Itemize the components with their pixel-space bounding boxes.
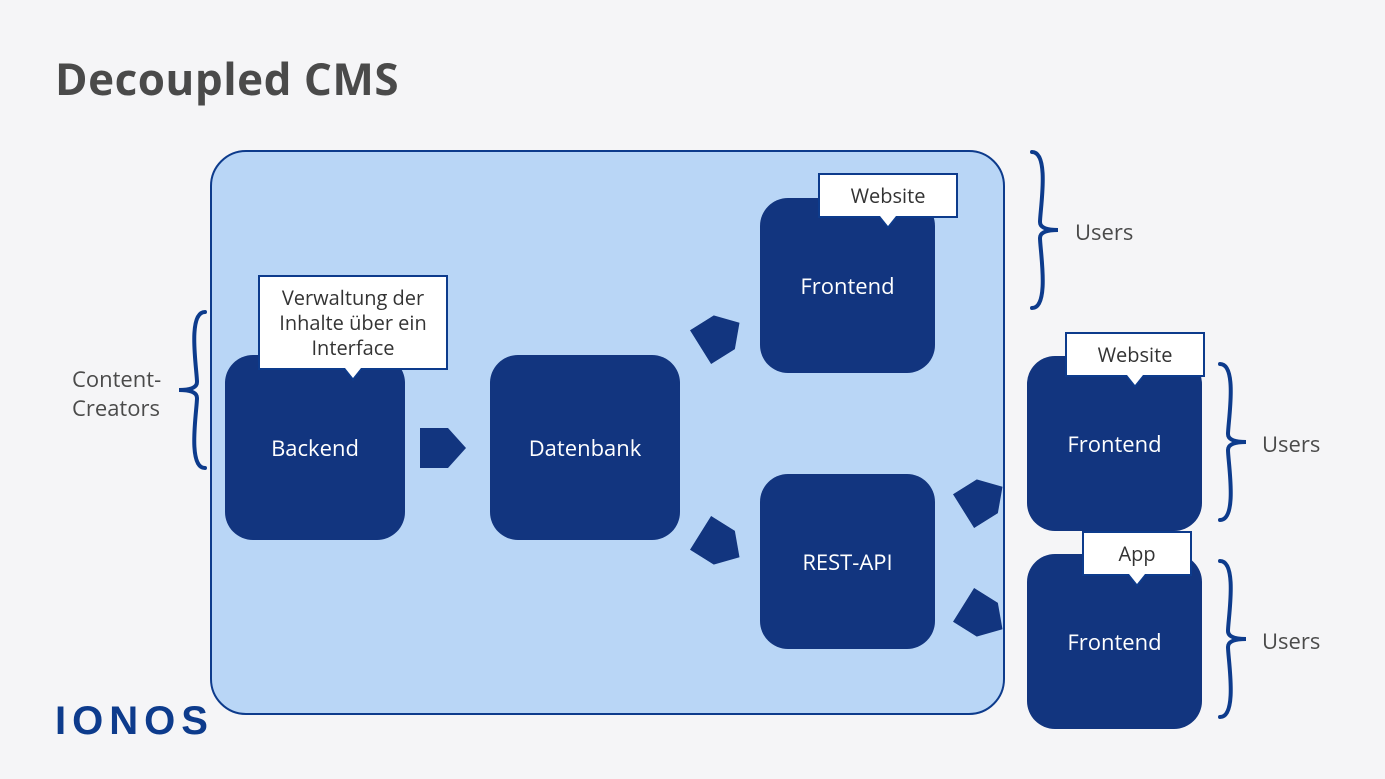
node-frontend-b: Frontend (1027, 356, 1202, 531)
callout-tail-icon (1127, 574, 1147, 587)
node-frontend-c: Frontend (1027, 554, 1202, 729)
brace-icon (1218, 362, 1250, 522)
node-frontend-a: Frontend (760, 198, 935, 373)
callout-frontend-a: Website (818, 173, 958, 218)
node-rest-api: REST-API (760, 474, 935, 649)
brace-icon (1030, 150, 1062, 310)
callout-tail-icon (343, 368, 363, 381)
brace-icon (175, 310, 207, 470)
label-content-creators: Content-Creators (72, 365, 161, 422)
arrow-icon (420, 428, 466, 468)
label-users-b: Users (1262, 430, 1320, 459)
callout-backend: Verwaltung derInhalte über einInterface (258, 275, 448, 370)
callout-backend-text: Verwaltung derInhalte über einInterface (279, 284, 426, 361)
ionos-logo: IONOS (55, 699, 214, 744)
callout-frontend-a-text: Website (851, 182, 926, 209)
callout-frontend-b-text: Website (1098, 341, 1173, 368)
callout-frontend-c-text: App (1118, 540, 1155, 567)
callout-frontend-c: App (1082, 531, 1192, 576)
brace-icon (1218, 559, 1250, 719)
node-datenbank: Datenbank (490, 355, 680, 540)
node-backend: Backend (225, 355, 405, 540)
label-users-c: Users (1262, 627, 1320, 656)
callout-frontend-b: Website (1065, 332, 1205, 377)
callout-tail-icon (1125, 375, 1145, 388)
page-title: Decoupled CMS (55, 48, 399, 108)
callout-tail-icon (878, 216, 898, 229)
label-users-a: Users (1075, 218, 1133, 247)
